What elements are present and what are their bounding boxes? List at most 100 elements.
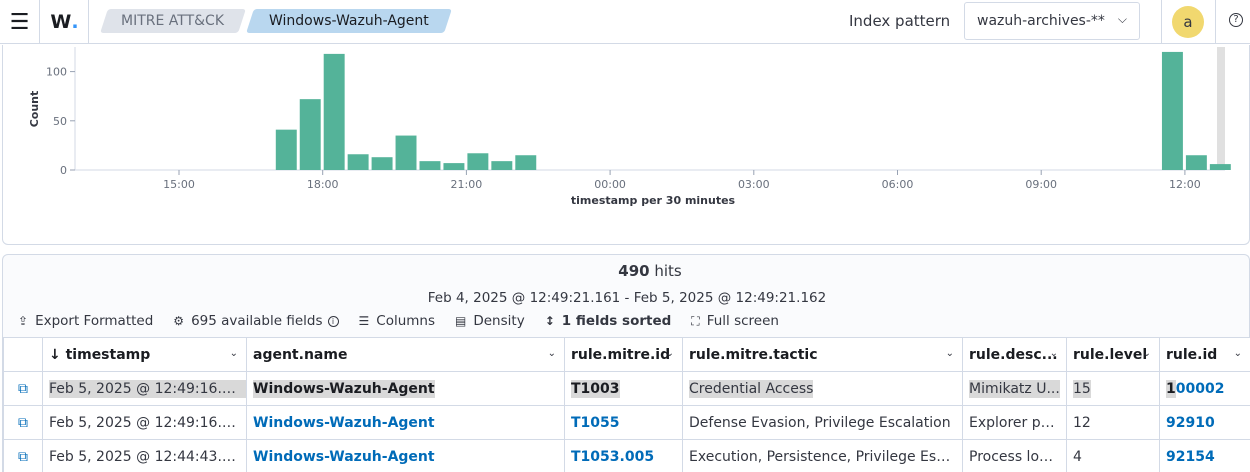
column-header-timestamp[interactable]: ↓ timestamp ⌄ bbox=[42, 337, 247, 372]
list-icon: ☰ bbox=[358, 314, 370, 328]
info-icon: i bbox=[327, 315, 339, 327]
x-tick-label: 12:00 bbox=[1169, 178, 1201, 191]
fields-icon: ⚙ bbox=[173, 314, 185, 328]
histogram-bar bbox=[419, 161, 441, 170]
chevron-down-icon: ⌵ bbox=[1117, 12, 1127, 26]
y-tick-label: 50 bbox=[53, 115, 67, 128]
column-header-rule-id[interactable]: rule.id ⌄ bbox=[1159, 337, 1250, 372]
histogram-bar bbox=[467, 153, 489, 170]
cell-timestamp: Feb 5, 2025 @ 12:44:43.904 bbox=[42, 439, 247, 472]
help-icon[interactable]: ? bbox=[1229, 13, 1243, 27]
cell-rule-id[interactable]: 92910 bbox=[1159, 405, 1250, 440]
table-toolbar: ⇪ Export Formatted ⚙ 695 available fields i… bbox=[18, 312, 799, 330]
x-tick-label: 15:00 bbox=[163, 178, 195, 191]
histogram-bar bbox=[275, 129, 297, 170]
cell-mitre-id[interactable]: T1003 bbox=[564, 371, 683, 406]
menu-icon[interactable]: ☰ bbox=[0, 0, 40, 44]
column-header-mitre-id[interactable]: rule.mitre.id ⌄ bbox=[564, 337, 683, 372]
x-tick-label: 21:00 bbox=[451, 178, 483, 191]
cell-agent-name[interactable]: Windows-Wazuh-Agent bbox=[246, 371, 565, 406]
top-header: ☰ W. MITRE ATT&CK Windows-Wazuh-Agent In… bbox=[0, 0, 1250, 44]
inspect-document-icon[interactable]: ⧉ bbox=[3, 405, 43, 440]
x-tick-label: 00:00 bbox=[594, 178, 626, 191]
fullscreen-icon: ⛶ bbox=[691, 313, 700, 328]
cell-mitre-id[interactable]: T1055 bbox=[564, 405, 683, 440]
cell-rule-level: 4 bbox=[1066, 439, 1160, 472]
histogram-bar bbox=[515, 155, 537, 170]
histogram-bar bbox=[347, 154, 369, 170]
histogram-bar bbox=[323, 53, 345, 170]
chevron-down-icon: ⌄ bbox=[229, 348, 238, 359]
row-actions-header bbox=[3, 337, 43, 372]
chevron-down-icon: ⌄ bbox=[945, 348, 954, 359]
y-axis-label: Count bbox=[28, 91, 41, 128]
cell-agent-name[interactable]: Windows-Wazuh-Agent bbox=[246, 405, 565, 440]
table-row[interactable]: ⧉ Feb 5, 2025 @ 12:49:16.092 Windows-Waz… bbox=[3, 405, 1250, 440]
breadcrumb-mitre[interactable]: MITRE ATT&CK bbox=[100, 9, 246, 33]
inspect-document-icon[interactable]: ⧉ bbox=[3, 439, 43, 472]
cell-rule-level: 15 bbox=[1066, 371, 1160, 406]
index-pattern-label: Index pattern bbox=[849, 12, 951, 30]
x-tick-label: 06:00 bbox=[882, 178, 914, 191]
cell-mitre-tactic: Execution, Persistence, Privilege Escal.… bbox=[682, 439, 963, 472]
table-header-row: ↓ timestamp ⌄ agent.name ⌄ rule.mitre.id ⌄ … bbox=[3, 337, 1250, 372]
sort-button[interactable]: ↕ 1 fields sorted bbox=[545, 313, 672, 329]
sort-icon: ↕ bbox=[544, 314, 555, 328]
histogram-bar bbox=[1185, 155, 1207, 170]
column-header-rule-level[interactable]: rule.level ⌄ bbox=[1066, 337, 1160, 372]
y-tick-label: 0 bbox=[60, 164, 67, 177]
histogram-panel: 0 50 100 Count 15:00 18:00 21:00 00:00 03:00 06:0… bbox=[2, 45, 1250, 245]
cell-rule-id[interactable]: 100002 bbox=[1159, 371, 1250, 406]
column-header-rule-description[interactable]: rule.desc... ⌄ bbox=[962, 337, 1067, 372]
histogram-bar bbox=[491, 161, 513, 170]
export-icon: ⇪ bbox=[18, 314, 29, 328]
density-button[interactable]: ▤ Density bbox=[455, 313, 525, 329]
histogram-bar bbox=[1161, 51, 1183, 170]
x-tick-label: 03:00 bbox=[738, 178, 770, 191]
index-pattern-select[interactable]: wazuh-archives-** ⌵ bbox=[964, 2, 1140, 40]
available-fields-button[interactable]: ⚙ 695 available fields i bbox=[173, 313, 339, 329]
cell-mitre-tactic: Credential Access bbox=[682, 371, 963, 406]
cell-mitre-tactic: Defense Evasion, Privilege Escalation bbox=[682, 405, 963, 440]
chevron-down-icon: ⌄ bbox=[547, 348, 556, 359]
x-tick-label: 18:00 bbox=[307, 178, 339, 191]
histogram-bar bbox=[443, 163, 465, 170]
chevron-down-icon: ⌄ bbox=[665, 348, 674, 359]
cell-mitre-id[interactable]: T1053.005 bbox=[564, 439, 683, 472]
x-tick-label: 09:00 bbox=[1025, 178, 1057, 191]
now-marker bbox=[1217, 47, 1225, 170]
table-row[interactable]: ⧉ Feb 5, 2025 @ 12:44:43.904 Windows-Waz… bbox=[3, 439, 1250, 472]
inspect-document-icon[interactable]: ⧉ bbox=[3, 371, 43, 406]
cell-rule-description: Process loa... bbox=[962, 439, 1067, 472]
avatar[interactable]: a bbox=[1172, 6, 1204, 38]
index-pattern-value: wazuh-archives-** bbox=[977, 13, 1105, 29]
table-density-icon: ▤ bbox=[455, 314, 467, 328]
x-axis-label: timestamp per 30 minutes bbox=[571, 194, 736, 207]
table-row[interactable]: ⧉ Feb 5, 2025 @ 12:49:16.124 Windows-Waz… bbox=[3, 371, 1250, 406]
results-table: ↓ timestamp ⌄ agent.name ⌄ rule.mitre.id ⌄ … bbox=[3, 337, 1250, 472]
divider bbox=[1161, 0, 1162, 44]
cell-timestamp: Feb 5, 2025 @ 12:49:16.092 bbox=[42, 405, 247, 440]
wazuh-logo[interactable]: W. bbox=[41, 0, 89, 44]
chevron-down-icon: ⌄ bbox=[1142, 348, 1151, 359]
divider bbox=[1215, 0, 1216, 44]
cell-agent-name[interactable]: Windows-Wazuh-Agent bbox=[246, 439, 565, 472]
cell-rule-description: Mimikatz U... bbox=[962, 371, 1067, 406]
column-header-mitre-tactic[interactable]: rule.mitre.tactic ⌄ bbox=[682, 337, 963, 372]
hits-count: 490 hits bbox=[618, 262, 682, 280]
histogram-bar bbox=[299, 99, 321, 170]
export-button[interactable]: ⇪ Export Formatted bbox=[18, 313, 153, 329]
histogram-chart[interactable]: 0 50 100 Count 15:00 18:00 21:00 00:00 03:00 06:0… bbox=[3, 45, 1249, 243]
chevron-down-icon: ⌄ bbox=[1049, 348, 1058, 359]
sort-desc-icon: ↓ bbox=[49, 346, 61, 363]
columns-button[interactable]: ☰ Columns bbox=[359, 313, 436, 329]
time-range: Feb 4, 2025 @ 12:49:21.161 - Feb 5, 2025… bbox=[427, 290, 827, 306]
cell-rule-id[interactable]: 92154 bbox=[1159, 439, 1250, 472]
histogram-bar bbox=[1209, 164, 1231, 170]
histogram-bar bbox=[395, 135, 417, 170]
column-header-agent-name[interactable]: agent.name ⌄ bbox=[246, 337, 565, 372]
y-tick-label: 100 bbox=[46, 66, 67, 79]
breadcrumb-agent[interactable]: Windows-Wazuh-Agent bbox=[246, 9, 452, 33]
cell-rule-level: 12 bbox=[1066, 405, 1160, 440]
fullscreen-button[interactable]: ⛶ Full screen bbox=[691, 313, 779, 329]
